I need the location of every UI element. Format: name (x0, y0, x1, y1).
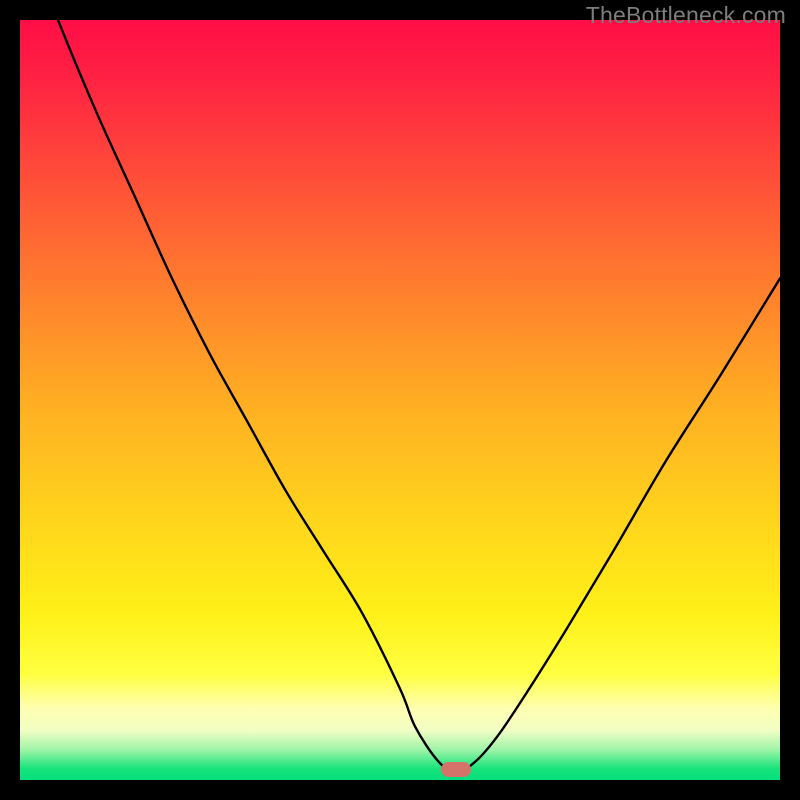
chart-frame: TheBottleneck.com (0, 0, 800, 800)
watermark-text: TheBottleneck.com (586, 2, 786, 29)
bottleneck-curve (20, 20, 780, 780)
plot-area (20, 20, 780, 780)
optimum-marker (441, 762, 471, 777)
